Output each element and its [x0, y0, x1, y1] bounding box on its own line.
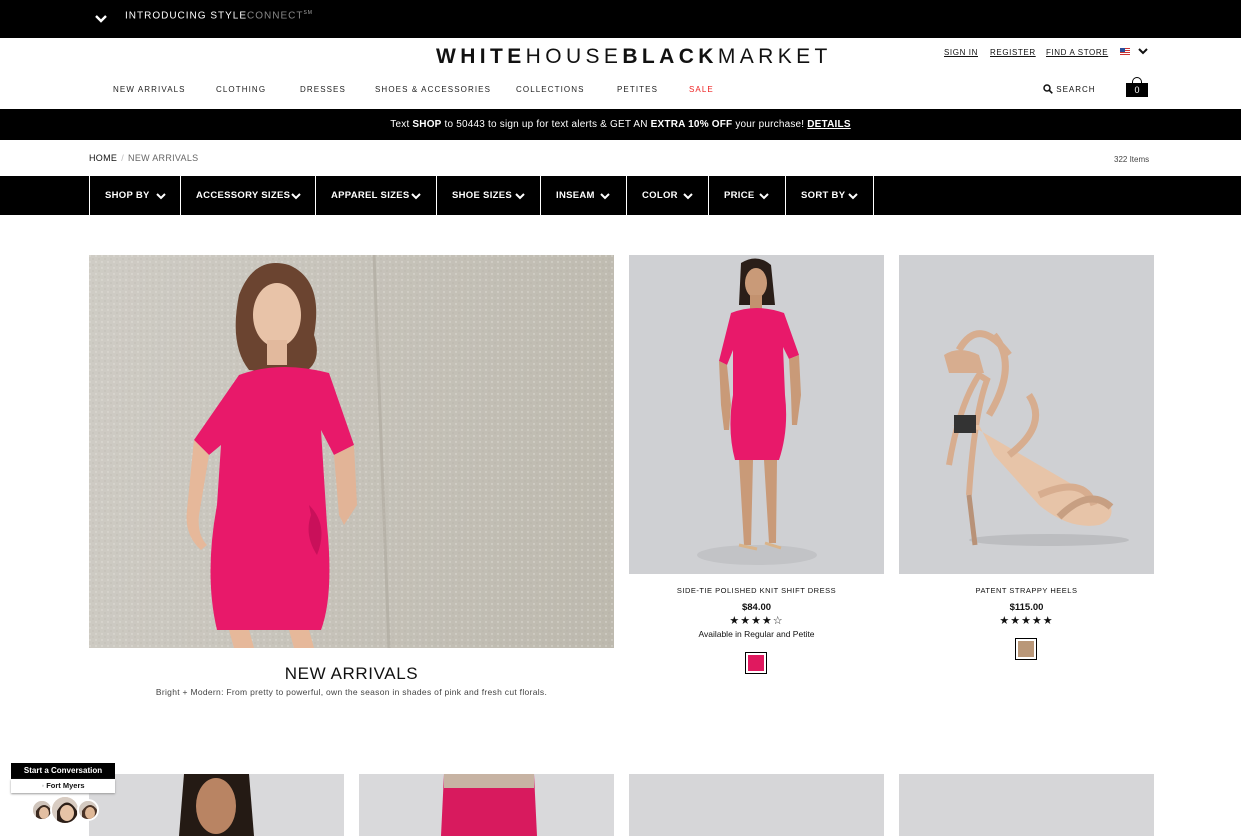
promo-text: to 50443 to sign up for text alerts & GE… — [441, 119, 651, 130]
logo-part: BLACK — [622, 45, 718, 68]
promo-text: Text — [390, 119, 413, 130]
nav-dresses[interactable]: DRESSES — [300, 85, 346, 94]
nav-new-arrivals[interactable]: NEW ARRIVALS — [113, 85, 186, 94]
breadcrumb: HOME / NEW ARRIVALS — [89, 153, 198, 163]
product-price: $115.00 — [1009, 602, 1044, 613]
bag-count: 0 — [1126, 83, 1148, 97]
filter-shop-by[interactable]: SHOP BY — [89, 176, 180, 215]
promo-details-link[interactable]: DETAILS — [807, 119, 850, 130]
us-flag-icon[interactable] — [1120, 48, 1130, 55]
brand-logo[interactable]: WHITEHOUSEBLACKMARKET — [436, 45, 832, 69]
chat-widget[interactable]: Start a Conversation ◦ Fort Myers — [11, 763, 115, 825]
filter-label: APPAREL SIZES — [331, 190, 410, 201]
logo-part: HOUSE — [525, 45, 623, 68]
product-rating-stars[interactable]: ★★★★☆ — [629, 614, 884, 627]
chevron-down-icon[interactable] — [1138, 47, 1148, 55]
nav-clothing[interactable]: CLOTHING — [216, 85, 266, 94]
swatch-color — [1018, 641, 1034, 657]
chat-title[interactable]: Start a Conversation — [11, 763, 115, 779]
promo-keyword: SHOP — [412, 119, 442, 130]
text-alert-promo-bar: Text SHOP to 50443 to sign up for text a… — [0, 109, 1241, 140]
breadcrumb-home[interactable]: HOME — [89, 153, 117, 163]
breadcrumb-current: NEW ARRIVALS — [128, 153, 199, 163]
product-availability: Available in Regular and Petite — [698, 629, 815, 639]
product-price: $84.00 — [741, 602, 772, 613]
product-image-heels[interactable] — [899, 255, 1154, 574]
product-image[interactable] — [359, 774, 614, 836]
chevron-down-icon — [515, 193, 525, 200]
hero-image[interactable] — [89, 255, 614, 648]
filter-bar: SHOP BY ACCESSORY SIZES APPAREL SIZES SH… — [0, 176, 1241, 215]
swatch-color — [748, 655, 764, 671]
filter-accessory-sizes[interactable]: ACCESSORY SIZES — [180, 176, 315, 215]
filter-label: SHOE SIZES — [452, 190, 513, 201]
nav-sale[interactable]: SALE — [689, 85, 714, 94]
filter-color[interactable]: COLOR — [626, 176, 708, 215]
filter-sort-by[interactable]: SORT BY — [785, 176, 873, 215]
filter-shoe-sizes[interactable]: SHOE SIZES — [436, 176, 540, 215]
chevron-down-icon — [848, 193, 858, 200]
find-store-link[interactable]: FIND A STORE — [1046, 48, 1108, 57]
color-swatch[interactable] — [745, 652, 767, 674]
product-image[interactable] — [89, 774, 344, 836]
chevron-down-icon — [759, 193, 769, 200]
search-icon — [1043, 84, 1053, 94]
chat-location-label: Fort Myers — [46, 781, 85, 790]
product-rating-stars[interactable]: ★★★★★ — [899, 614, 1154, 627]
strappy-heel-illustration — [899, 255, 1154, 574]
search-label: SEARCH — [1056, 85, 1096, 94]
chevron-down-icon — [291, 193, 301, 200]
color-swatch[interactable] — [1015, 638, 1037, 660]
chevron-down-icon — [411, 193, 421, 200]
product-name[interactable]: PATENT STRAPPY HEELS — [899, 586, 1154, 595]
top-announcement-bar: INTRODUCING STYLECONNECTSM — [0, 0, 1241, 38]
filter-label: SHOP BY — [105, 190, 150, 201]
model-pink-dress-illustration — [89, 255, 614, 648]
search-button[interactable]: SEARCH — [1043, 84, 1096, 94]
avatar — [50, 795, 80, 825]
chevron-down-icon — [600, 193, 610, 200]
sign-in-link[interactable]: SIGN IN — [944, 48, 978, 57]
product-image[interactable] — [899, 774, 1154, 836]
register-link[interactable]: REGISTER — [990, 48, 1036, 57]
shopping-bag-button[interactable]: 0 — [1126, 77, 1148, 97]
promo-discount: EXTRA 10% OFF — [650, 119, 733, 130]
promo-text-thin: CONNECT — [247, 10, 304, 22]
filter-apparel-sizes[interactable]: APPAREL SIZES — [315, 176, 436, 215]
service-mark: SM — [303, 10, 313, 16]
filter-label: INSEAM — [556, 190, 595, 201]
chevron-down-icon — [156, 193, 166, 200]
filter-label: ACCESSORY SIZES — [196, 190, 291, 201]
item-count: 322 Items — [1114, 155, 1150, 164]
chevron-down-icon[interactable] — [94, 12, 108, 26]
chat-location: ◦ Fort Myers — [11, 779, 115, 793]
logo-part: MARKET — [717, 45, 832, 68]
promo-text: INTRODUCING STYLE — [125, 10, 248, 22]
nav-petites[interactable]: PETITES — [617, 85, 658, 94]
logo-part: WHITE — [436, 45, 526, 68]
product-image[interactable] — [629, 774, 884, 836]
hero-title: NEW ARRIVALS — [284, 664, 419, 683]
chevron-down-icon — [683, 193, 693, 200]
hero-subtitle: Bright + Modern: From pretty to powerful… — [155, 687, 548, 697]
model-portrait-illustration — [89, 774, 344, 836]
product-name[interactable]: SIDE-TIE POLISHED KNIT SHIFT DRESS — [629, 586, 884, 595]
dress-model-illustration — [629, 255, 884, 574]
styleconnect-promo[interactable]: INTRODUCING STYLECONNECTSM — [125, 10, 313, 21]
filter-divider — [873, 176, 874, 215]
filter-label: PRICE — [724, 190, 755, 201]
breadcrumb-separator: / — [121, 153, 125, 163]
nav-collections[interactable]: COLLECTIONS — [516, 85, 585, 94]
pink-pants-illustration — [359, 774, 614, 836]
promo-text: your purchase! — [732, 119, 808, 130]
avatar — [77, 799, 99, 821]
filter-label: COLOR — [642, 190, 678, 201]
filter-inseam[interactable]: INSEAM — [540, 176, 626, 215]
product-image-dress[interactable] — [629, 255, 884, 574]
filter-label: SORT BY — [801, 190, 846, 201]
filter-price[interactable]: PRICE — [708, 176, 785, 215]
nav-shoes-accessories[interactable]: SHOES & ACCESSORIES — [375, 85, 491, 94]
